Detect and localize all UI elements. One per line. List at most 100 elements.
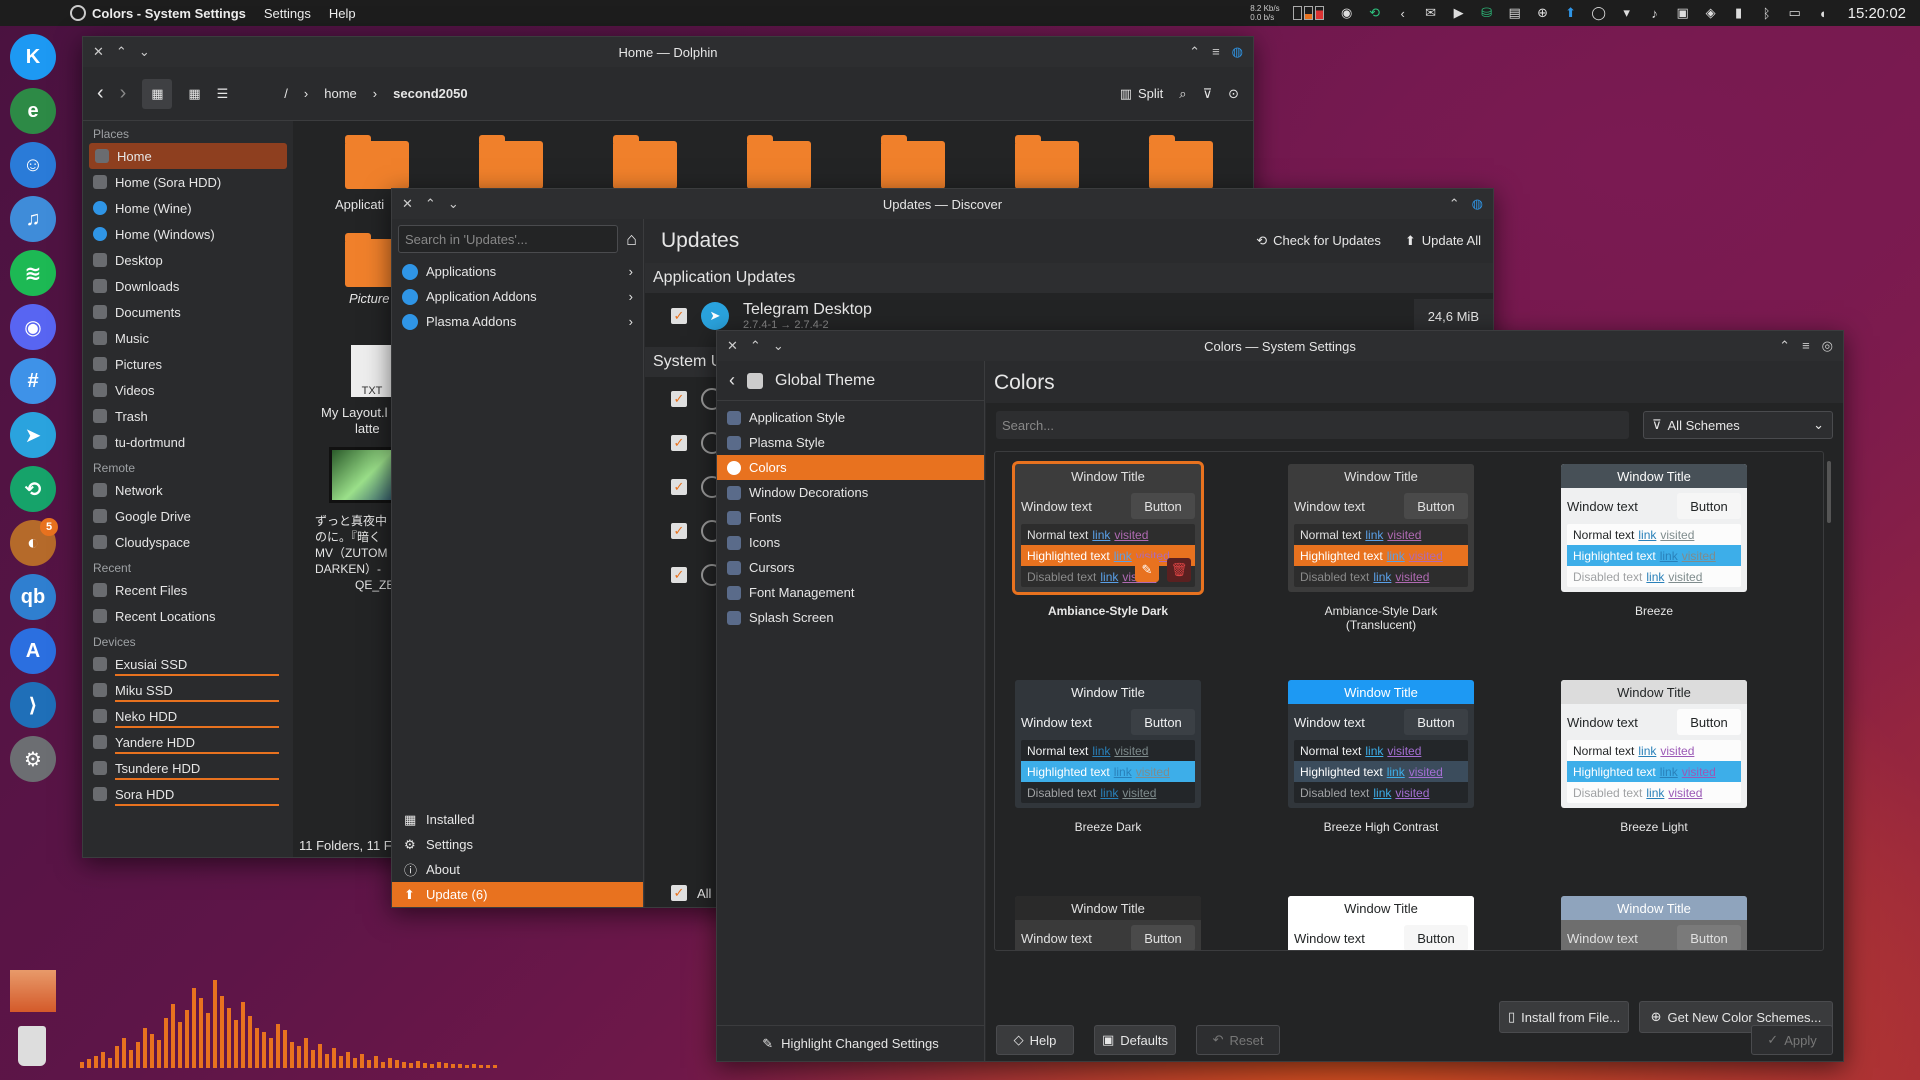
- device-miku-ssd[interactable]: Miku SSD: [83, 677, 293, 703]
- more-icon[interactable]: ⊙: [1228, 86, 1239, 102]
- recent-recent-locations[interactable]: Recent Locations: [83, 603, 293, 629]
- settings-icon[interactable]: ⚙: [10, 736, 56, 782]
- vscode-icon[interactable]: ⟩: [10, 682, 56, 728]
- place-home-wine[interactable]: Home (Wine): [83, 195, 293, 221]
- active-app[interactable]: Colors - System Settings: [70, 5, 246, 21]
- path-current[interactable]: second2050: [393, 86, 467, 101]
- place-music[interactable]: Music: [83, 325, 293, 351]
- discover-update-6[interactable]: ⬆ Update (6): [392, 882, 643, 907]
- folder-misc[interactable]: [1149, 135, 1213, 189]
- place-home-sora-hdd[interactable]: Home (Sora HDD): [83, 169, 293, 195]
- back-icon[interactable]: ‹: [729, 370, 735, 391]
- color-scheme-card[interactable]: Window TitleWindow textButtonNormal text…: [1012, 461, 1204, 618]
- discover-installed[interactable]: ▦ Installed: [392, 807, 643, 832]
- place-trash[interactable]: Trash: [83, 403, 293, 429]
- color-scheme-card[interactable]: Window TitleWindow textButtonNormal text…: [1561, 680, 1747, 834]
- dropdown-icon[interactable]: ▾: [1618, 4, 1636, 22]
- discord-tray-icon[interactable]: ◉: [1338, 4, 1356, 22]
- reset-button[interactable]: ↶ Reset: [1196, 1025, 1280, 1055]
- globe-icon[interactable]: ◍: [1232, 44, 1243, 60]
- app-store-icon[interactable]: A: [10, 628, 56, 674]
- cpu-meter-icon[interactable]: [1290, 4, 1328, 22]
- discover-nav-application-addons[interactable]: Application Addons ›: [392, 284, 643, 309]
- update-checkbox[interactable]: ✓: [671, 479, 687, 495]
- place-pictures[interactable]: Pictures: [83, 351, 293, 377]
- chevron-down-icon[interactable]: ⌄: [139, 44, 150, 60]
- menu-settings[interactable]: Settings: [264, 6, 311, 21]
- record-icon[interactable]: ◯: [1590, 4, 1608, 22]
- widget-thumbnail[interactable]: [10, 970, 56, 1012]
- scheme-filter-dropdown[interactable]: ⊽ All Schemes ⌄: [1643, 411, 1833, 439]
- discord-icon[interactable]: ◉: [10, 304, 56, 350]
- split-button[interactable]: ▥ Split: [1120, 86, 1164, 102]
- clock[interactable]: 15:20:02: [1848, 5, 1906, 22]
- kde-icon[interactable]: K: [10, 34, 56, 80]
- folder-pictures-top[interactable]: [1015, 135, 1079, 189]
- device-yandere-hdd[interactable]: Yandere HDD: [83, 729, 293, 755]
- chevron-up-icon[interactable]: ⌃: [750, 338, 761, 354]
- check-updates-button[interactable]: ⟲ Check for Updates: [1256, 233, 1381, 249]
- chat-hash-icon[interactable]: #: [10, 358, 56, 404]
- discover-nav-plasma-addons[interactable]: Plasma Addons ›: [392, 309, 643, 334]
- settings-nav-colors[interactable]: Colors: [717, 455, 984, 480]
- place-home-windows[interactable]: Home (Windows): [83, 221, 293, 247]
- remote-cloudyspace[interactable]: Cloudyspace: [83, 529, 293, 555]
- select-all-checkbox[interactable]: ✓: [671, 885, 687, 901]
- vpn-icon[interactable]: ⊕: [1534, 4, 1552, 22]
- menu-help[interactable]: Help: [329, 6, 356, 21]
- clipboard-icon[interactable]: ▣: [1674, 4, 1692, 22]
- chevron-down-icon[interactable]: ⌄: [448, 196, 459, 212]
- folder-documents[interactable]: [479, 135, 543, 189]
- search-icon[interactable]: ⌕: [1179, 86, 1186, 102]
- folder-generic[interactable]: [881, 135, 945, 189]
- grid-scrollbar[interactable]: [1827, 461, 1831, 523]
- recent-recent-files[interactable]: Recent Files: [83, 577, 293, 603]
- folder-games[interactable]: [747, 135, 811, 189]
- keep-above-icon[interactable]: ⌃: [1449, 196, 1460, 212]
- path-home[interactable]: home: [324, 86, 357, 101]
- edit-scheme-icon[interactable]: ✎: [1135, 558, 1159, 582]
- settings-nav-plasma-style[interactable]: Plasma Style: [717, 430, 984, 455]
- delete-scheme-icon[interactable]: 🗑: [1167, 558, 1191, 582]
- back-icon[interactable]: ‹: [97, 82, 104, 105]
- printer-icon[interactable]: ▤: [1506, 4, 1524, 22]
- close-icon[interactable]: ✕: [93, 44, 104, 60]
- colors-search-input[interactable]: Search...: [996, 411, 1629, 439]
- place-tu-dortmund[interactable]: tu-dortmund: [83, 429, 293, 455]
- mail-icon[interactable]: ✉: [1422, 4, 1440, 22]
- folder-applications[interactable]: [345, 135, 409, 189]
- location-icon[interactable]: ◈: [1702, 4, 1720, 22]
- settings-nav-cursors[interactable]: Cursors: [717, 555, 984, 580]
- place-downloads[interactable]: Downloads: [83, 273, 293, 299]
- color-scheme-card[interactable]: Window TitleWindow textButtonNormal text…: [1015, 896, 1201, 950]
- chevron-up-icon[interactable]: ⌃: [116, 44, 127, 60]
- device-exusiai-ssd[interactable]: Exusiai SSD: [83, 651, 293, 677]
- compact-view-icon[interactable]: ▦: [188, 86, 200, 102]
- device-sora-hdd[interactable]: Sora HDD: [83, 781, 293, 807]
- settings-nav-font-management[interactable]: Font Management: [717, 580, 984, 605]
- apply-button[interactable]: ✓ Apply: [1751, 1025, 1833, 1055]
- finder-icon[interactable]: ☺: [10, 142, 56, 188]
- music-icon[interactable]: ♫: [10, 196, 56, 242]
- help-button[interactable]: ◇ Help: [996, 1025, 1074, 1055]
- notification-icon[interactable]: ♪: [1646, 4, 1664, 22]
- remote-network[interactable]: Network: [83, 477, 293, 503]
- settings-app-icon[interactable]: ◎: [1822, 338, 1833, 354]
- color-scheme-card[interactable]: Window TitleWindow textButtonNormal text…: [1561, 896, 1747, 950]
- steam-icon[interactable]: ⛁: [1478, 4, 1496, 22]
- chevron-up-icon[interactable]: ⌃: [425, 196, 436, 212]
- settings-nav-icons[interactable]: Icons: [717, 530, 984, 555]
- defaults-button[interactable]: ▣ Defaults: [1094, 1025, 1176, 1055]
- device-tsundere-hdd[interactable]: Tsundere HDD: [83, 755, 293, 781]
- color-scheme-card[interactable]: Window TitleWindow textButtonNormal text…: [1015, 680, 1201, 834]
- media-play-icon[interactable]: ▶: [1450, 4, 1468, 22]
- color-scheme-card[interactable]: Window TitleWindow textButtonNormal text…: [1288, 896, 1474, 950]
- place-home[interactable]: Home: [89, 143, 287, 169]
- spotify-icon[interactable]: ≋: [10, 250, 56, 296]
- place-videos[interactable]: Videos: [83, 377, 293, 403]
- home-icon[interactable]: ⌂: [626, 229, 637, 250]
- close-icon[interactable]: ✕: [402, 196, 413, 212]
- keep-above-icon[interactable]: ⌃: [1779, 338, 1790, 354]
- device-neko-hdd[interactable]: Neko HDD: [83, 703, 293, 729]
- settings-nav-window-decorations[interactable]: Window Decorations: [717, 480, 984, 505]
